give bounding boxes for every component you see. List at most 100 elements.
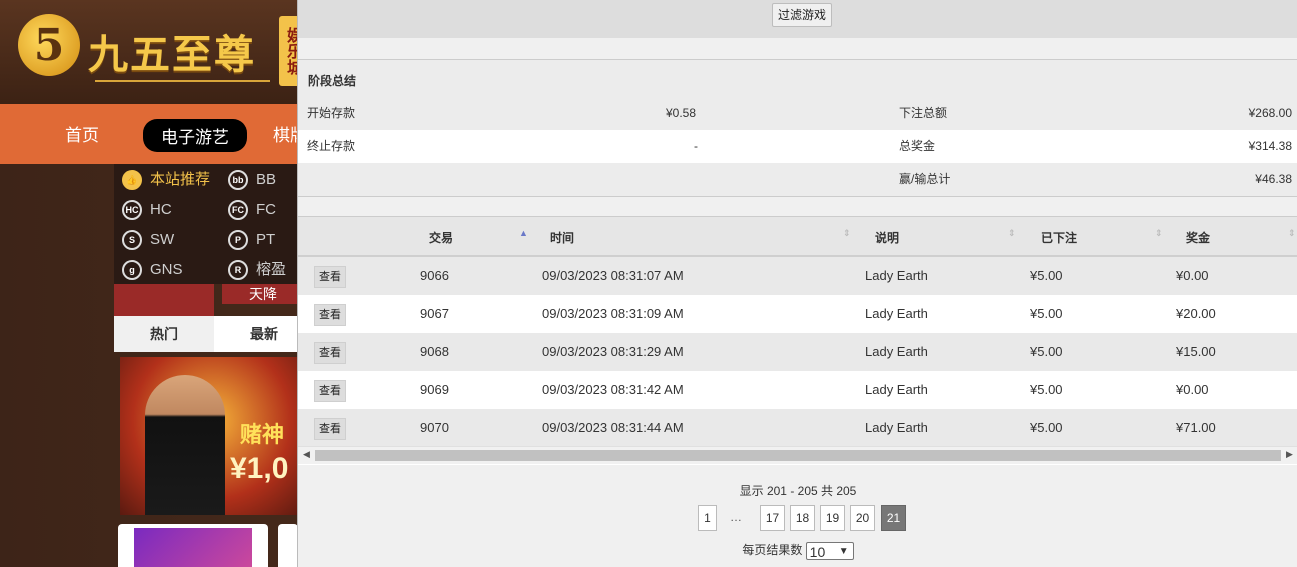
page-button[interactable]: 19 — [820, 505, 845, 531]
header-prize[interactable]: 奖金 — [1186, 229, 1210, 246]
page-button[interactable]: 17 — [760, 505, 785, 531]
chevron-down-icon: ▼ — [838, 545, 849, 557]
game-thumbnail[interactable] — [278, 524, 298, 567]
thumbs-up-icon: 👍 — [122, 170, 142, 191]
cell-description: Lady Earth — [865, 382, 928, 397]
nav-electronic-games[interactable]: 电子游艺 — [143, 119, 247, 152]
header-transaction[interactable]: 交易 — [429, 229, 453, 246]
nav-home[interactable]: 首页 — [65, 121, 99, 146]
rong-icon: R — [228, 260, 248, 281]
view-button[interactable]: 查看 — [314, 342, 346, 364]
menu-rong[interactable]: R 榕盈 — [228, 258, 286, 282]
bet-history-panel: 过滤游戏 阶段总结 开始存款 ¥0.58 下注总额 ¥268.00 终止存款 -… — [297, 0, 1297, 567]
menu-hc[interactable]: HC HC — [122, 198, 172, 222]
sort-asc-icon[interactable]: ▲ — [519, 228, 528, 238]
total-bet-value: ¥268.00 — [1248, 106, 1292, 120]
page-button[interactable]: 1 — [698, 505, 717, 531]
horizontal-scrollbar[interactable]: ◀ ▶ — [298, 446, 1297, 464]
table-row: 查看 9067 09/03/2023 08:31:09 AM Lady Eart… — [298, 295, 1297, 333]
cell-bet: ¥5.00 — [1030, 306, 1063, 321]
game-tabs: 热门 最新 — [114, 316, 304, 352]
period-summary: 阶段总结 开始存款 ¥0.58 下注总额 ¥268.00 终止存款 - 总奖金 … — [298, 59, 1297, 197]
cell-prize: ¥0.00 — [1176, 382, 1209, 397]
cell-time: 09/03/2023 08:31:07 AM — [542, 268, 684, 283]
logo-text: 九五至尊 — [88, 31, 256, 78]
per-page-value: 10 — [809, 543, 826, 560]
table-header: 交易 ▲ 时间 ⇕ 说明 ⇕ 已下注 ⇕ 奖金 ⇕ — [298, 217, 1297, 257]
header-time[interactable]: 时间 — [550, 229, 574, 246]
view-button[interactable]: 查看 — [314, 304, 346, 326]
provider-menu: 👍 本站推荐 bb BB HC HC FC FC S SW P PT g GNS R 榕盈 — [114, 164, 304, 284]
cell-description: Lady Earth — [865, 306, 928, 321]
pagination-info: 显示 201 - 205 共 205 — [739, 484, 857, 498]
total-bet-label: 下注总额 — [899, 106, 948, 120]
cell-prize: ¥20.00 — [1176, 306, 1216, 321]
cell-transaction: 9068 — [420, 344, 449, 359]
promo-person-image — [145, 375, 225, 515]
game-thumbnail[interactable] — [118, 524, 268, 567]
cell-bet: ¥5.00 — [1030, 420, 1063, 435]
header-description[interactable]: 说明 — [875, 229, 899, 246]
summary-title: 阶段总结 — [308, 74, 357, 88]
cell-prize: ¥71.00 — [1176, 420, 1216, 435]
summary-row: 终止存款 - 总奖金 ¥314.38 — [298, 130, 1297, 163]
fc-icon: FC — [228, 200, 248, 221]
view-button[interactable]: 查看 — [314, 380, 346, 402]
summary-row: 赢/输总计 ¥46.38 — [298, 163, 1297, 196]
menu-sw[interactable]: S SW — [122, 228, 174, 252]
menu-recommended[interactable]: 👍 本站推荐 — [122, 168, 210, 192]
summary-row: 开始存款 ¥0.58 下注总额 ¥268.00 — [298, 97, 1297, 130]
promo-banner[interactable]: 赌神 ¥1,0 — [120, 357, 304, 515]
cell-bet: ¥5.00 — [1030, 382, 1063, 397]
cell-description: Lady Earth — [865, 268, 928, 283]
cell-transaction: 9067 — [420, 306, 449, 321]
menu-gns[interactable]: g GNS — [122, 258, 183, 282]
start-balance-label: 开始存款 — [307, 106, 356, 120]
scroll-left-icon[interactable]: ◀ — [303, 449, 310, 460]
sort-icon[interactable]: ⇕ — [843, 228, 851, 239]
header-bet[interactable]: 已下注 — [1041, 229, 1077, 246]
per-page-label: 每页结果数 — [742, 543, 803, 557]
scroll-right-icon[interactable]: ▶ — [1286, 449, 1293, 460]
cell-transaction: 9069 — [420, 382, 449, 397]
total-prize-label: 总奖金 — [899, 139, 936, 153]
logo-icon: 5 — [18, 14, 80, 76]
page-button[interactable]: 20 — [850, 505, 875, 531]
tab-hot[interactable]: 热门 — [114, 316, 214, 352]
banner-strip — [114, 284, 214, 316]
page-button-current[interactable]: 21 — [881, 505, 906, 531]
end-balance-value: - — [694, 139, 698, 153]
promo-amount: ¥1,0 — [230, 452, 289, 485]
cell-transaction: 9070 — [420, 420, 449, 435]
menu-pt[interactable]: P PT — [228, 228, 275, 252]
sort-icon[interactable]: ⇕ — [1288, 228, 1296, 239]
win-loss-label: 赢/输总计 — [899, 172, 951, 186]
menu-fc[interactable]: FC FC — [228, 198, 276, 222]
pt-icon: P — [228, 230, 248, 251]
table-row: 查看 9069 09/03/2023 08:31:42 AM Lady Eart… — [298, 371, 1297, 409]
cell-description: Lady Earth — [865, 420, 928, 435]
view-button[interactable]: 查看 — [314, 418, 346, 440]
win-loss-value: ¥46.38 — [1255, 172, 1292, 186]
cell-time: 09/03/2023 08:31:42 AM — [542, 382, 684, 397]
promo-title: 赌神 — [240, 422, 285, 447]
table-row: 查看 9070 09/03/2023 08:31:44 AM Lady Eart… — [298, 409, 1297, 447]
sort-icon[interactable]: ⇕ — [1155, 228, 1163, 239]
page-button[interactable]: 18 — [790, 505, 815, 531]
scrollbar-thumb[interactable] — [315, 450, 1281, 461]
menu-bb[interactable]: bb BB — [228, 168, 276, 192]
gns-icon: g — [122, 260, 142, 281]
page-ellipsis: … — [730, 510, 742, 524]
cell-time: 09/03/2023 08:31:09 AM — [542, 306, 684, 321]
per-page-control: 每页结果数 10 ▼ — [298, 541, 1297, 560]
filter-games-button[interactable]: 过滤游戏 — [772, 3, 833, 27]
table-row: 查看 9068 09/03/2023 08:31:29 AM Lady Eart… — [298, 333, 1297, 371]
cell-bet: ¥5.00 — [1030, 344, 1063, 359]
logo-underline — [95, 80, 270, 82]
per-page-select[interactable]: 10 ▼ — [805, 541, 854, 560]
sort-icon[interactable]: ⇕ — [1008, 228, 1016, 239]
cell-time: 09/03/2023 08:31:44 AM — [542, 420, 684, 435]
view-button[interactable]: 查看 — [314, 266, 346, 288]
banner-strip-text: 天降 — [222, 284, 304, 304]
hc-icon: HC — [122, 200, 142, 221]
